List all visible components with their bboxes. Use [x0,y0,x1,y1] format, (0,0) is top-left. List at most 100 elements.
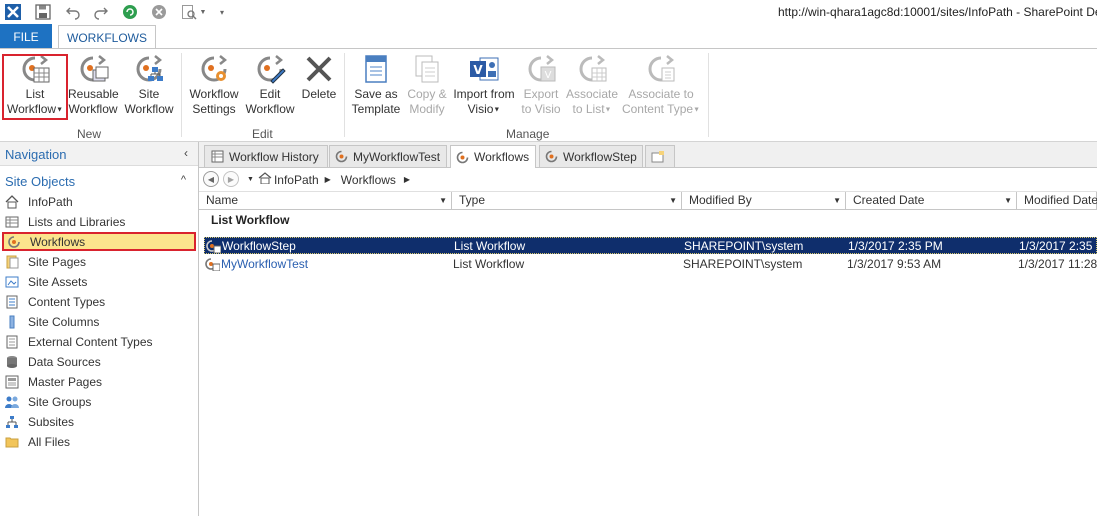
sidebar-item-site-pages[interactable]: Site Pages [2,252,196,271]
workflow-settings-button[interactable]: Workflow Settings [186,53,242,117]
tab-workflow-history[interactable]: Workflow History [204,145,328,167]
sidebar-item-site-assets[interactable]: Site Assets [2,272,196,291]
cell-type: List Workflow [453,257,525,271]
filter-dropdown-icon[interactable]: ▼ [833,192,841,209]
tab-label: Workflows [474,150,530,164]
new-tab-icon [651,150,665,164]
sidebar-item-label: Site Pages [28,254,87,269]
collapse-nav-icon[interactable]: ‹ [184,146,188,160]
filter-dropdown-icon[interactable]: ▼ [1004,192,1012,209]
export-to-visio-button[interactable]: V Export to Visio [518,53,564,117]
tab-file[interactable]: FILE [0,24,52,49]
table-row[interactable]: WorkflowStep List Workflow SHAREPOINT\syst… [204,237,1097,254]
column-header-type[interactable]: Type ▼ [452,192,682,209]
visio-icon: V [468,53,500,85]
sidebar-item-lists-and-libraries[interactable]: Lists and Libraries [2,212,196,231]
undo-icon[interactable] [64,3,82,21]
breadcrumb: ▼ InfoPath ▶ Workflows ▶ [247,172,416,187]
site-workflow-button[interactable]: Site Workflow [122,53,176,117]
breadcrumb-dropdown-icon[interactable]: ▼ [247,176,254,183]
assets-icon [4,274,20,290]
preview-dropdown-icon[interactable]: ▼ [198,3,208,21]
reusable-workflow-icon [77,53,109,85]
ribbon-tab-bar: FILE WORKFLOWS [0,24,1097,49]
navigation-pane: Navigation ‹ Site Objects ^ InfoPath List… [0,142,199,516]
save-as-template-button[interactable]: Save as Template [348,53,404,117]
tab-workflowstep[interactable]: WorkflowStep [539,145,643,167]
cell-created: 1/3/2017 9:53 AM [847,257,942,271]
navigation-title: Navigation [5,147,67,162]
cell-name[interactable]: WorkflowStep [222,238,296,255]
copy-modify-icon [411,53,443,85]
column-header-label: Created Date [853,193,925,207]
home-icon [258,172,272,187]
sidebar-item-site-groups[interactable]: Site Groups [2,392,196,411]
navigation-header: Navigation ‹ [0,142,198,166]
tab-myworkflowtest[interactable]: MyWorkflowTest [329,145,447,167]
groups-icon [4,394,20,410]
sharepoint-designer-logo-icon [4,3,22,21]
tab-workflows[interactable]: Workflows [450,145,536,168]
tab-label: Workflow History [229,149,319,164]
filter-dropdown-icon[interactable]: ▼ [439,192,447,209]
workflow-settings-icon [198,53,230,85]
associate-to-list-button[interactable]: Associate to List▼ [564,53,620,117]
sidebar-item-label: Workflows [30,234,86,249]
sidebar-item-label: Master Pages [28,374,103,389]
ribbon: List Workflow▼ Reusable Workflow Site Wo… [0,48,1097,142]
content-types-icon [4,294,20,310]
column-header-modified-date[interactable]: Modified Date [1017,192,1097,209]
tab-new[interactable] [645,145,675,167]
stop-icon[interactable] [150,3,168,21]
customize-toolbar-icon[interactable]: ▾ [216,3,228,21]
group-label-new: New [77,127,102,141]
external-content-icon [4,334,20,350]
workflow-icon [456,150,469,164]
sidebar-item-content-types[interactable]: Content Types [2,292,196,311]
cell-modified: 1/3/2017 11:28 [1018,257,1097,271]
tab-workflows[interactable]: WORKFLOWS [58,25,156,49]
sidebar-item-external-content-types[interactable]: External Content Types [2,332,196,351]
delete-button[interactable]: Delete [298,53,340,102]
sidebar-item-label: Site Assets [28,274,88,289]
sidebar-item-subsites[interactable]: Subsites [2,412,196,431]
delete-icon [303,53,335,85]
breadcrumb-separator: ▶ [403,175,411,184]
sidebar-item-workflows[interactable]: Workflows [2,232,196,251]
svg-text:V: V [473,63,483,77]
redo-icon[interactable] [92,3,110,21]
database-icon [4,354,20,370]
filter-dropdown-icon[interactable]: ▼ [669,192,677,209]
main-content: Workflow History MyWorkflowTest Workflows W… [199,142,1097,516]
sidebar-item-master-pages[interactable]: Master Pages [2,372,196,391]
sidebar-item-label: Site Columns [28,314,100,329]
reusable-workflow-button[interactable]: Reusable Workflow [68,53,119,117]
window-title: http://win-qhara1agc8d:10001/sites/InfoP… [778,5,1097,19]
save-icon[interactable] [34,3,52,21]
breadcrumb-item[interactable]: InfoPath [274,173,319,187]
refresh-icon[interactable] [121,3,139,21]
associate-to-content-type-button[interactable]: Associate to Content Type▼ [620,53,702,117]
site-objects-header[interactable]: Site Objects ^ [0,172,198,192]
column-header-name[interactable]: Name ▼ [199,192,452,209]
edit-workflow-button[interactable]: Edit Workflow [242,53,298,117]
home-icon [4,194,20,210]
sidebar-item-all-files[interactable]: All Files [2,432,196,451]
cell-name[interactable]: MyWorkflowTest [221,256,308,273]
forward-icon[interactable]: ▶ [223,171,239,187]
sidebar-item-data-sources[interactable]: Data Sources [2,352,196,371]
sidebar-item-site-columns[interactable]: Site Columns [2,312,196,331]
workflow-icon [6,234,22,250]
preview-in-browser-icon[interactable] [180,3,198,21]
table-row[interactable]: MyWorkflowTest List Workflow SHAREPOINT\sy… [204,256,1097,273]
chevron-up-icon[interactable]: ^ [181,174,186,186]
column-header-modified-by[interactable]: Modified By ▼ [682,192,846,209]
back-icon[interactable]: ◀ [203,171,219,187]
sidebar-item-infopath[interactable]: InfoPath [2,192,196,211]
import-from-visio-button[interactable]: V Import from Visio▼ [450,53,518,117]
site-workflow-icon [133,53,165,85]
column-header-created-date[interactable]: Created Date ▼ [846,192,1017,209]
cell-type: List Workflow [454,239,526,253]
breadcrumb-item[interactable]: Workflows [341,173,396,187]
copy-modify-button[interactable]: Copy & Modify [404,53,450,117]
